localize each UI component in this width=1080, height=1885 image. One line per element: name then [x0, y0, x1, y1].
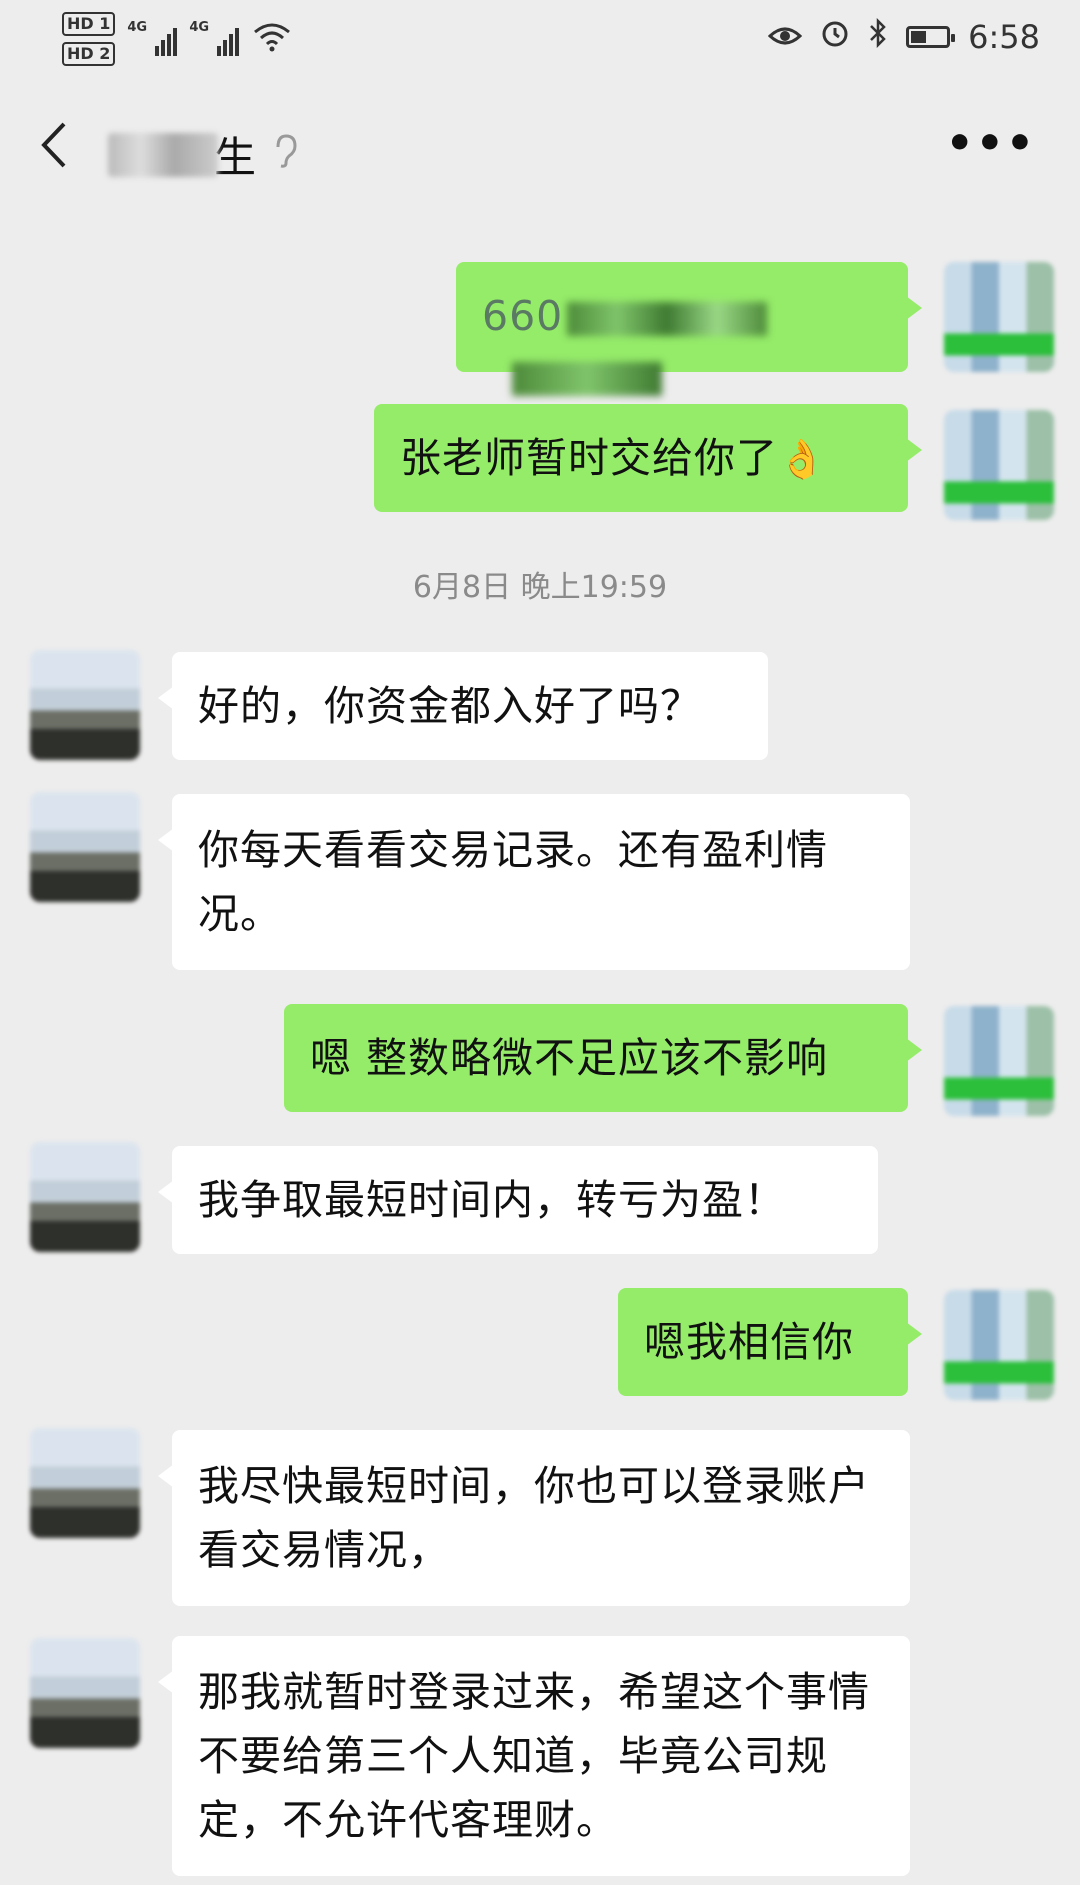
message-bubble-other[interactable]: 好的，你资金都入好了吗？ — [158, 652, 768, 760]
message-bubble-other[interactable]: 我争取最短时间内，转亏为盈！ — [158, 1146, 878, 1254]
redacted-text — [512, 362, 662, 396]
ok-hand-icon: 👌 — [778, 437, 827, 481]
battery-icon — [906, 26, 956, 48]
signal-icon-1: 4G — [127, 20, 178, 56]
contact-avatar[interactable] — [30, 1142, 140, 1252]
status-bar: HD 1 HD 2 4G 4G 6:58 — [0, 0, 1080, 90]
status-bar-right: 6:58 — [767, 17, 1040, 56]
message-bubble-self[interactable]: 660 — [456, 262, 922, 396]
signal-label-2: 4G — [189, 20, 210, 35]
eye-icon — [767, 18, 803, 56]
message-text: 那我就暂时登录过来，希望这个事情不要给第三个人知道，毕竟公司规定，不允许代客理财… — [198, 1668, 870, 1844]
status-bar-left: HD 1 HD 2 4G 4G — [62, 12, 291, 66]
message-bubble-other[interactable]: 那我就暂时登录过来，希望这个事情不要给第三个人知道，毕竟公司规定，不允许代客理财… — [158, 1636, 910, 1876]
alarm-icon — [820, 18, 850, 56]
ear-icon — [272, 133, 298, 177]
message-bubble-other[interactable]: 我尽快最短时间，你也可以登录账户看交易情况， — [158, 1430, 910, 1606]
clock-time: 6:58 — [968, 18, 1040, 56]
message-text: 我争取最短时间内，转亏为盈！ — [198, 1176, 786, 1224]
hd-badge-1: HD 1 — [62, 12, 116, 36]
chat-title[interactable]: 生 — [108, 124, 298, 185]
self-avatar[interactable] — [944, 1006, 1054, 1116]
more-options-button[interactable]: ••• — [946, 118, 1036, 169]
chevron-left-icon — [41, 122, 66, 168]
contact-avatar[interactable] — [30, 650, 140, 760]
contact-name: 生 — [214, 133, 257, 182]
self-avatar[interactable] — [944, 1290, 1054, 1400]
contact-avatar[interactable] — [30, 1428, 140, 1538]
message-text: 嗯我相信你 — [644, 1318, 854, 1366]
hd-badge-2: HD 2 — [62, 42, 116, 66]
chat-header: 生 ••• — [0, 90, 1080, 210]
back-button[interactable] — [38, 120, 68, 182]
message-text: 660 — [482, 292, 564, 340]
message-bubble-other[interactable]: 你每天看看交易记录。还有盈利情况。 — [158, 794, 910, 970]
message-text: 你每天看看交易记录。还有盈利情况。 — [198, 826, 828, 938]
contact-name-mask — [108, 132, 218, 177]
message-bubble-self[interactable]: 嗯我相信你 — [618, 1288, 922, 1396]
contact-avatar[interactable] — [30, 792, 140, 902]
message-text: 张老师暂时交给你了 — [400, 434, 778, 482]
chat-timestamp: 6月8日 晚上19:59 — [412, 570, 668, 605]
signal-label-1: 4G — [127, 20, 148, 35]
redacted-text — [567, 302, 768, 336]
message-text: 我尽快最短时间，你也可以登录账户看交易情况， — [198, 1462, 870, 1574]
message-text: 好的，你资金都入好了吗？ — [198, 682, 702, 730]
self-avatar[interactable] — [944, 410, 1054, 520]
message-bubble-self[interactable]: 张老师暂时交给你了👌 — [374, 404, 922, 512]
battery-fill — [911, 31, 927, 43]
wifi-icon — [253, 22, 291, 56]
message-text: 嗯 整数略微不足应该不影响 — [310, 1034, 829, 1082]
bluetooth-icon — [868, 17, 888, 56]
message-bubble-self[interactable]: 嗯 整数略微不足应该不影响 — [284, 1004, 922, 1112]
self-avatar[interactable] — [944, 262, 1054, 372]
signal-icon-2: 4G — [189, 20, 240, 56]
contact-avatar[interactable] — [30, 1638, 140, 1748]
